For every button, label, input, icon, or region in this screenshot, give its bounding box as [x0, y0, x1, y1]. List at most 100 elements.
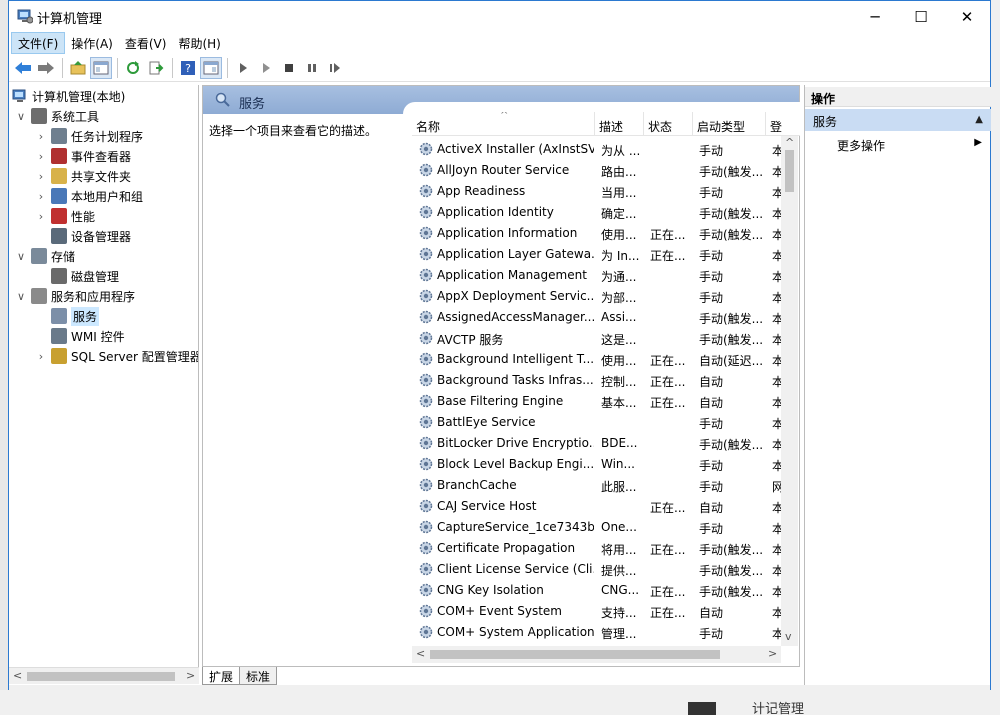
tree-item[interactable]: 设备管理器 — [35, 226, 131, 246]
scroll-thumb[interactable] — [430, 650, 720, 659]
service-name: BitLocker Drive Encryptio... — [437, 436, 594, 450]
service-gear-icon — [419, 142, 433, 156]
column-description[interactable]: 描述 — [595, 112, 644, 136]
minimize-button[interactable]: ─ — [852, 1, 898, 32]
collapse-icon[interactable]: ▲ — [975, 114, 983, 125]
table-row[interactable]: CAJ Service Host 正在... 自动本 — [412, 495, 784, 516]
table-row[interactable]: BattlEye Service 手动本 — [412, 411, 784, 432]
title-bar[interactable]: 计算机管理 ─ ☐ ✕ — [9, 1, 990, 32]
expand-chevron-icon[interactable]: › — [35, 210, 47, 223]
more-actions-item[interactable]: 更多操作 — [837, 137, 885, 154]
event-viewer-icon — [51, 148, 67, 164]
scroll-right-icon[interactable]: > — [186, 669, 195, 682]
expand-chevron-icon[interactable]: › — [35, 350, 47, 363]
scroll-left-icon[interactable]: < — [13, 669, 22, 682]
table-row[interactable]: BitLocker Drive Encryptio... BDE... 手动(触发.… — [412, 432, 784, 453]
tab-extended[interactable]: 扩展 — [202, 667, 241, 685]
tree-root[interactable]: 计算机管理(本地) — [12, 86, 125, 106]
start-service-button[interactable] — [232, 57, 254, 79]
table-row[interactable]: Application Layer Gatewa... 为 In... 正在... 手… — [412, 243, 784, 264]
column-name[interactable]: 名称 — [412, 112, 595, 136]
table-row[interactable]: Application Identity 确定... 手动(触发... 本 — [412, 201, 784, 222]
table-row[interactable]: CNG Key Isolation CNG... 正在... 手动(触发... 本 — [412, 579, 784, 600]
tree-item[interactable]: › 本地用户和组 — [35, 186, 143, 206]
menu-view[interactable]: 查看(V) — [119, 32, 173, 54]
list-horizontal-scrollbar[interactable]: < > — [412, 646, 781, 663]
list-vertical-scrollbar[interactable]: ^ v — [781, 136, 798, 646]
table-row[interactable]: Background Intelligent T... 使用... 正在... 自动(… — [412, 348, 784, 369]
collapse-chevron-icon[interactable]: ∨ — [15, 250, 27, 263]
tree-item[interactable]: › 性能 — [35, 206, 95, 226]
table-row[interactable]: BranchCache 此服... 手动网 — [412, 474, 784, 495]
scroll-right-icon[interactable]: > — [768, 647, 777, 660]
table-row[interactable]: Base Filtering Engine 基本... 正在... 自动本 — [412, 390, 784, 411]
toolbar: ? — [9, 55, 990, 82]
tab-standard[interactable]: 标准 — [239, 667, 278, 685]
tree-item[interactable]: ∨ 系统工具 — [15, 106, 99, 126]
tree-item[interactable]: 磁盘管理 — [35, 266, 119, 286]
up-level-button[interactable] — [67, 57, 89, 79]
menu-action[interactable]: 操作(A) — [65, 32, 119, 54]
table-row[interactable]: Application Information 使用... 正在... 手动(触发..… — [412, 222, 784, 243]
table-row[interactable]: AppX Deployment Servic... 为部... 手动本 — [412, 285, 784, 306]
menu-file[interactable]: 文件(F) — [11, 32, 66, 54]
expand-chevron-icon[interactable]: › — [35, 130, 47, 143]
tree-item[interactable]: WMI 控件 — [35, 326, 125, 346]
back-button[interactable] — [12, 57, 34, 79]
tree-item[interactable]: › 事件查看器 — [35, 146, 131, 166]
play-icon — [240, 63, 247, 73]
service-description: 管理... — [601, 627, 637, 641]
tree-item-label: 任务计划程序 — [71, 129, 144, 144]
tree-item[interactable]: 服务 — [35, 306, 100, 326]
collapse-chevron-icon[interactable]: ∨ — [15, 290, 27, 303]
table-row[interactable]: Certificate Propagation 将用... 正在... 手动(触发..… — [412, 537, 784, 558]
refresh-button[interactable] — [122, 57, 144, 79]
expand-chevron-icon[interactable]: › — [35, 150, 47, 163]
scroll-thumb[interactable] — [27, 672, 175, 681]
table-row[interactable]: COM+ System Application 管理... 手动本 — [412, 621, 784, 642]
collapse-chevron-icon[interactable]: ∨ — [15, 110, 27, 123]
expand-chevron-icon[interactable]: › — [35, 190, 47, 203]
tree-item[interactable]: › 任务计划程序 — [35, 126, 143, 146]
table-row[interactable]: Application Management 为通... 手动本 — [412, 264, 784, 285]
table-row[interactable]: COM+ Event System 支持... 正在... 自动本 — [412, 600, 784, 621]
table-row[interactable]: AssignedAccessManager... Assi... 手动(触发... 本 — [412, 306, 784, 327]
stop-service-button[interactable] — [278, 57, 300, 79]
column-startup-type[interactable]: 启动类型 — [693, 112, 766, 136]
tree-item[interactable]: ∨ 服务和应用程序 — [15, 286, 135, 306]
table-row[interactable]: CaptureService_1ce7343b One... 手动本 — [412, 516, 784, 537]
scroll-down-icon[interactable]: v — [785, 630, 792, 643]
restart-service-button[interactable] — [324, 57, 346, 79]
forward-button[interactable] — [35, 57, 57, 79]
maximize-button[interactable]: ☐ — [898, 1, 944, 32]
close-button[interactable]: ✕ — [944, 1, 990, 32]
tree-item[interactable]: › SQL Server 配置管理器 — [35, 346, 198, 366]
table-row[interactable]: App Readiness 当用... 手动本 — [412, 180, 784, 201]
export-list-button[interactable] — [145, 57, 167, 79]
description-prompt: 选择一个项目来查看它的描述。 — [209, 124, 378, 138]
scroll-left-icon[interactable]: < — [416, 647, 425, 660]
table-row[interactable]: ActiveX Installer (AxInstSV) 为从 ... 手动本 — [412, 138, 784, 159]
scroll-up-icon[interactable]: ^ — [785, 136, 794, 149]
column-logon-as[interactable]: 登 — [766, 112, 786, 136]
pause-service-button[interactable] — [301, 57, 323, 79]
tree-item[interactable]: › 共享文件夹 — [35, 166, 131, 186]
tree-item-label: 性能 — [71, 209, 96, 224]
expand-chevron-icon[interactable]: › — [35, 170, 47, 183]
service-name: Application Information — [437, 226, 578, 240]
show-hide-action-pane-button[interactable] — [200, 57, 222, 79]
actions-section-services[interactable]: 服务 ▲ — [805, 109, 991, 131]
tree-horizontal-scrollbar[interactable]: < > — [9, 667, 199, 684]
table-row[interactable]: Background Tasks Infras... 控制... 正在... 自动本 — [412, 369, 784, 390]
table-row[interactable]: Block Level Backup Engi... Win... 手动本 — [412, 453, 784, 474]
column-status[interactable]: 状态 — [644, 112, 693, 136]
tree-item[interactable]: ∨ 存储 — [15, 246, 75, 266]
help-button[interactable]: ? — [177, 57, 199, 79]
menu-help[interactable]: 帮助(H) — [172, 32, 226, 54]
start-service-alt-button[interactable] — [255, 57, 277, 79]
show-hide-console-tree-button[interactable] — [90, 57, 112, 79]
table-row[interactable]: AllJoyn Router Service 路由... 手动(触发... 本 — [412, 159, 784, 180]
scroll-thumb[interactable] — [785, 150, 794, 192]
table-row[interactable]: AVCTP 服务 这是... 手动(触发... 本 — [412, 327, 784, 348]
table-row[interactable]: Client License Service (Cli... 提供... 手动(触发… — [412, 558, 784, 579]
